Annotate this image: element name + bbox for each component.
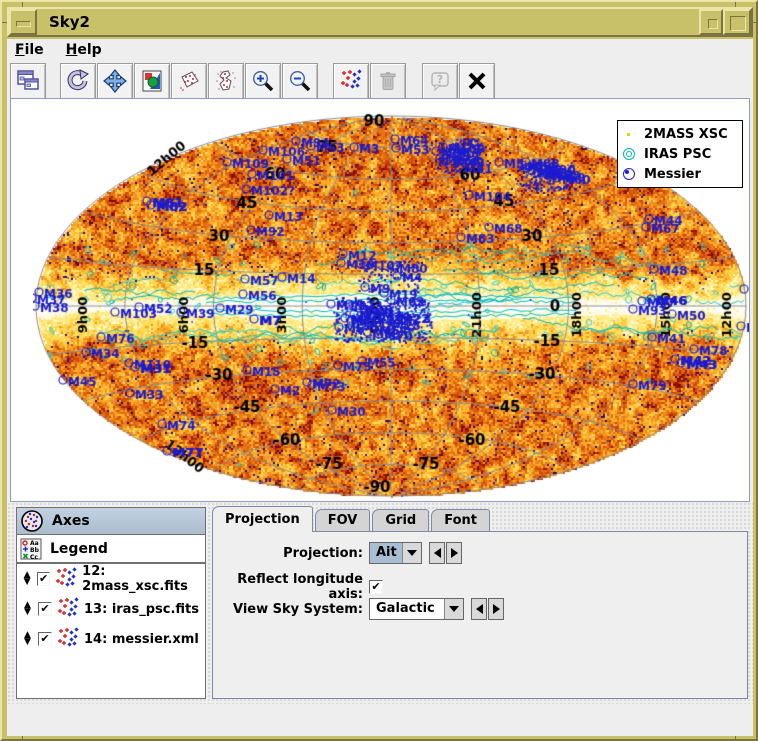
legend-panel-label: Legend [50,541,108,557]
layer-checkbox[interactable]: ✔ [37,572,50,586]
scatter-plot-button[interactable] [333,63,369,100]
sky-map-panel: 2MASS XSC IRAS PSC Messier [10,98,750,502]
layer-scatter-icon [57,627,79,651]
help-icon: ? [428,69,452,93]
toolbar: ? [7,61,753,101]
delete-layer-button[interactable] [370,63,406,100]
layer-row-iras[interactable]: ▲▼ ✔ 13: iras_psc.fits [17,594,205,624]
layer-list: ▲▼ ✔ 12: 2mass_xsc.fits ▲▼ ✔ 13: iras_ps… [16,563,206,699]
select-region-button[interactable] [171,63,207,100]
layer-row-2mass[interactable]: ▲▼ ✔ 12: 2mass_xsc.fits [17,564,205,594]
sky-system-next-button[interactable] [488,598,504,620]
svg-text:Bb: Bb [30,547,40,554]
help-popup-button[interactable]: ? [422,63,458,100]
menu-help[interactable]: Help [66,42,102,58]
layer-label[interactable]: 13: iras_psc.fits [84,602,199,617]
tab-projection[interactable]: Projection [212,506,313,532]
menu-bar: File Help [7,39,753,61]
close-icon [465,69,489,93]
projection-combo[interactable]: Ait [369,542,422,564]
circle-dot-symbol-icon [622,167,636,181]
sky-system-prev-button[interactable] [471,598,487,620]
menu-file[interactable]: File [15,42,44,58]
reorder-arrows-icon[interactable]: ▲▼ [22,632,33,646]
window-title: Sky2 [37,13,699,31]
layer-row-messier[interactable]: ▲▼ ✔ 14: messier.xml [17,624,205,654]
layer-label[interactable]: 12: 2mass_xsc.fits [82,564,205,594]
legend-row-messier: Messier [622,164,738,184]
reorder-arrows-icon[interactable]: ▲▼ [22,572,32,586]
legend-row-iras: IRAS PSC [622,144,738,164]
pan-button[interactable] [97,63,133,100]
bottom-area: Axes Aa Bb Cc Legend [7,502,753,704]
iconify-icon [708,19,718,29]
axes-label: Axes [52,513,90,529]
lasso-region-icon [214,69,238,93]
legend-label-2mass: 2MASS XSC [644,127,728,142]
layers-panel: Axes Aa Bb Cc Legend [16,507,206,699]
tab-fov[interactable]: FOV [315,509,371,532]
legend-row-2mass: 2MASS XSC [622,124,738,144]
projection-tab-body: Projection: Ait Reflect longitude axis: … [212,531,748,699]
zoom-out-button[interactable] [282,63,318,100]
axes-globe-icon [20,509,44,533]
map-legend: 2MASS XSC IRAS PSC Messier [617,120,743,188]
svg-text:?: ? [437,73,443,86]
trash-icon [376,69,400,93]
projection-next-button[interactable] [446,542,462,564]
combo-dropdown-icon[interactable] [444,599,463,619]
rotate-icon [66,69,90,93]
reorder-arrows-icon[interactable]: ▲▼ [22,602,33,616]
svg-text:Aa: Aa [30,540,39,547]
legend-list-icon: Aa Bb Cc [20,538,42,560]
layer-scatter-icon [55,567,77,591]
zoom-in-icon [251,69,275,93]
maximize-button[interactable] [723,9,751,35]
sky-system-label: View Sky System: [223,602,363,617]
projection-label: Projection: [223,546,363,561]
tab-font[interactable]: Font [431,509,490,532]
lasso-region-button[interactable] [208,63,244,100]
zoom-in-button[interactable] [245,63,281,100]
display-settings-button[interactable] [10,63,46,100]
axes-item[interactable]: Axes [16,507,206,535]
sky-system-combo[interactable]: Galactic [369,598,464,620]
rotate-button[interactable] [60,63,96,100]
legend-label-iras: IRAS PSC [644,147,711,162]
tab-grid[interactable]: Grid [372,509,429,532]
combo-dropdown-icon[interactable] [402,543,421,563]
layer-checkbox[interactable]: ✔ [38,602,52,616]
sky-system-value: Galactic [370,599,444,619]
maximize-icon [730,16,746,31]
legend-label-messier: Messier [644,167,701,182]
settings-panel: Projection FOV Grid Font Projection: Ait [212,507,748,699]
svg-text:Cc: Cc [30,554,38,560]
move-icon [103,69,127,93]
layer-scatter-icon [57,597,79,621]
image-icon [140,69,164,93]
point-symbol-icon [622,127,636,141]
legend-item[interactable]: Aa Bb Cc Legend [16,535,206,563]
image-display-button[interactable] [134,63,170,100]
projection-prev-button[interactable] [429,542,445,564]
window-content: File Help [7,39,753,736]
window-menu-button[interactable] [9,9,37,35]
projection-value: Ait [370,543,402,563]
iconify-button[interactable] [699,9,723,35]
reflect-checkbox[interactable]: ✔ [369,580,383,594]
scatter-plot-icon [340,69,362,93]
close-view-button[interactable] [459,63,495,100]
layer-checkbox[interactable]: ✔ [38,632,52,646]
layer-label[interactable]: 14: messier.xml [84,632,199,647]
windows-icon [15,69,41,93]
title-bar[interactable]: Sky2 [7,7,753,37]
select-region-icon [177,69,201,93]
settings-tabs: Projection FOV Grid Font [212,507,492,532]
double-circle-symbol-icon [622,147,636,161]
application-window: Sky2 File Help [0,0,758,741]
zoom-out-icon [288,69,312,93]
window-menu-icon [16,21,31,27]
